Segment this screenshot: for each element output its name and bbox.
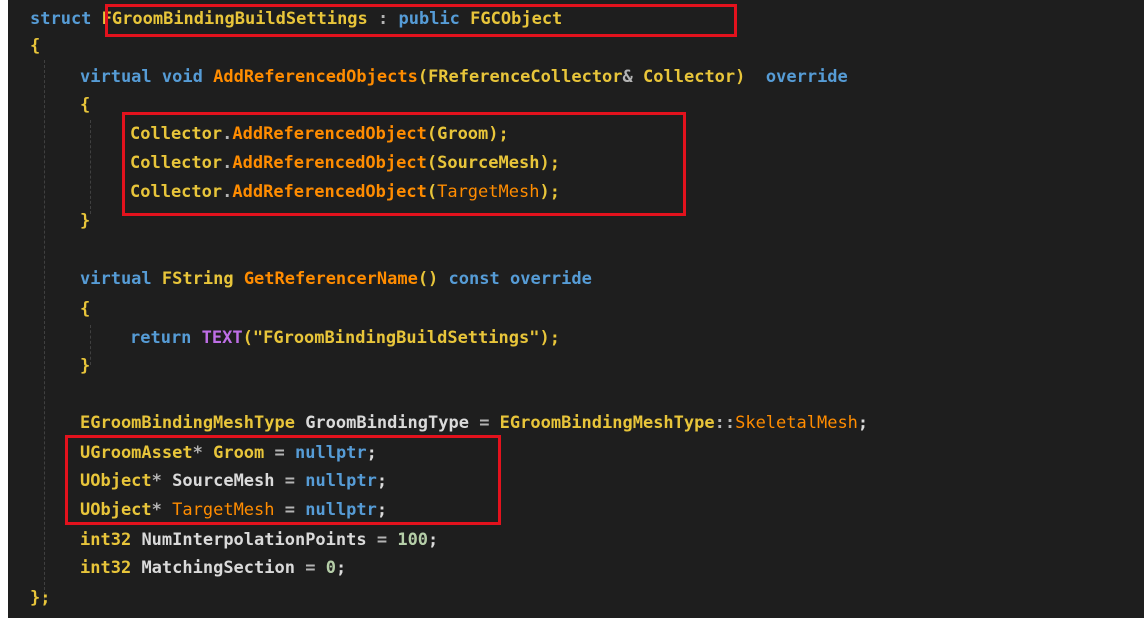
variable-name: GroomBindingType bbox=[305, 413, 469, 433]
brace: { bbox=[80, 95, 91, 115]
code-line: { bbox=[30, 33, 40, 59]
code-line: }; bbox=[30, 585, 50, 611]
operator: = bbox=[468, 413, 500, 433]
operator: :: bbox=[714, 413, 736, 433]
indent-guide bbox=[44, 60, 45, 600]
function-name: AddReferencedObjects bbox=[213, 67, 418, 87]
variable-name: MatchingSection bbox=[141, 558, 295, 578]
keyword: virtual bbox=[80, 269, 152, 289]
function-name: GetReferencerName bbox=[243, 269, 418, 289]
keyword: void bbox=[161, 67, 203, 87]
operator: = bbox=[294, 558, 326, 578]
code-editor[interactable]: struct FGroomBindingBuildSettings : publ… bbox=[8, 0, 1144, 618]
code-line: { bbox=[80, 296, 90, 322]
closing-brace: }; bbox=[30, 588, 51, 608]
code-line: EGroomBindingMeshType GroomBindingType =… bbox=[80, 410, 868, 436]
highlight-box-add-referenced-calls bbox=[122, 112, 686, 216]
punctuation: ( bbox=[242, 328, 253, 348]
enum-value: SkeletalMesh bbox=[735, 413, 858, 433]
brace: } bbox=[80, 211, 91, 231]
code-line: } bbox=[80, 208, 90, 234]
type-name: FString bbox=[161, 269, 234, 289]
brace: } bbox=[80, 356, 91, 376]
brace: { bbox=[30, 36, 41, 56]
type-name: FReferenceCollector bbox=[428, 67, 623, 87]
type-name: int32 bbox=[80, 530, 132, 550]
brace: { bbox=[80, 299, 91, 319]
macro-name: TEXT bbox=[201, 328, 243, 348]
variable-name: NumInterpolationPoints bbox=[141, 530, 367, 550]
code-line: virtual void AddReferencedObjects(FRefer… bbox=[80, 64, 848, 90]
punctuation: ; bbox=[428, 530, 439, 550]
string-literal: "FGroomBindingBuildSettings" bbox=[252, 328, 540, 348]
punctuation: & bbox=[622, 67, 633, 87]
keyword: const bbox=[448, 269, 500, 289]
code-line: } bbox=[80, 353, 90, 379]
code-line: virtual FString GetReferencerName() cons… bbox=[80, 266, 592, 292]
number-literal: 100 bbox=[397, 530, 429, 550]
highlight-box-pointer-members bbox=[65, 435, 501, 525]
type-name: EGroomBindingMeshType bbox=[499, 413, 715, 433]
punctuation: ; bbox=[335, 558, 347, 578]
highlight-box-struct-declaration bbox=[105, 4, 737, 37]
type-name: EGroomBindingMeshType bbox=[80, 413, 295, 433]
code-line: return TEXT("FGroomBindingBuildSettings"… bbox=[130, 325, 560, 351]
punctuation: () bbox=[417, 269, 439, 289]
keyword: struct bbox=[30, 9, 92, 29]
indent-guide bbox=[90, 120, 91, 214]
punctuation: ) bbox=[735, 67, 746, 87]
punctuation: ); bbox=[539, 328, 560, 348]
operator: = bbox=[366, 530, 398, 550]
punctuation: ; bbox=[857, 413, 869, 433]
keyword: override bbox=[509, 269, 592, 289]
code-line: int32 NumInterpolationPoints = 100; bbox=[80, 527, 438, 553]
param-name: Collector bbox=[643, 67, 736, 87]
punctuation: ( bbox=[417, 67, 429, 87]
keyword: override bbox=[765, 67, 848, 87]
number-literal: 0 bbox=[325, 558, 336, 578]
keyword: virtual bbox=[80, 67, 152, 87]
type-name: int32 bbox=[80, 558, 132, 578]
code-line: { bbox=[80, 92, 90, 118]
code-line: int32 MatchingSection = 0; bbox=[80, 555, 346, 581]
keyword: return bbox=[130, 328, 192, 348]
